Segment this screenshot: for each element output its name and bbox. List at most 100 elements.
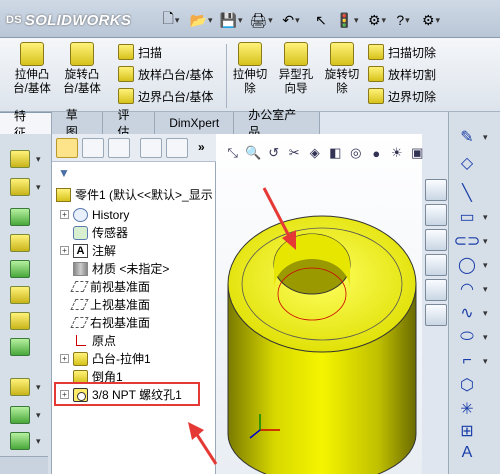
rectangle-icon[interactable]: ▭ [455, 206, 479, 228]
new-document-icon[interactable]: 🗋 [160, 10, 182, 30]
loft-boss-button[interactable]: 放样凸台/基体 [118, 64, 213, 84]
dome-icon[interactable] [10, 312, 30, 330]
rib-icon[interactable] [10, 208, 30, 226]
mirror-icon[interactable] [10, 338, 30, 356]
extrude-boss-button[interactable]: 拉伸凸台/基体 [12, 42, 52, 96]
boundary-cut-button[interactable]: 边界切除 [368, 86, 436, 106]
extrude-cut-button[interactable]: 拉伸切除 [230, 42, 270, 96]
tab-evaluate[interactable]: 评估 [103, 108, 156, 139]
scene-icon[interactable]: ☀ [388, 144, 406, 162]
filter-icon[interactable]: ▼ [58, 166, 70, 180]
arc-icon[interactable]: ◠ [455, 278, 479, 300]
draft-icon[interactable] [10, 234, 30, 252]
help-icon[interactable]: ? [392, 10, 414, 30]
revolve-boss-button[interactable]: 旋转凸台/基体 [62, 42, 102, 96]
property-manager-tab-icon[interactable] [82, 138, 104, 158]
polygon-icon[interactable]: ⬡ [455, 374, 479, 396]
expand-icon[interactable]: + [60, 246, 69, 255]
view-settings-icon[interactable]: ▣ [409, 144, 427, 162]
tree-item-sensors[interactable]: 传感器 [73, 224, 128, 241]
chevron-down-icon[interactable]: ▾ [36, 436, 41, 447]
select-icon[interactable]: ↖ [310, 10, 332, 30]
centerline-icon[interactable]: ⊞ [455, 420, 479, 442]
spline-icon[interactable]: ∿ [455, 302, 479, 324]
zoom-to-fit-icon[interactable]: ⤡ [224, 144, 242, 162]
display-manager-tab-icon[interactable] [166, 138, 188, 158]
smart-dimension-icon[interactable]: ◇ [455, 152, 479, 174]
chevron-down-icon[interactable]: ▾ [483, 284, 488, 295]
undo-icon[interactable]: ↶ [280, 10, 302, 30]
extra-icon[interactable]: ⚙ [420, 10, 442, 30]
text-icon[interactable]: A [455, 442, 479, 464]
shell-icon[interactable] [10, 260, 30, 278]
more-tabs-icon[interactable]: » [198, 140, 205, 154]
chevron-down-icon[interactable]: ▾ [483, 236, 488, 247]
hole-wizard-button[interactable]: 异型孔向导 [276, 42, 316, 96]
chevron-down-icon[interactable]: ▾ [36, 382, 41, 393]
model-view[interactable] [216, 134, 422, 474]
swept-cut-button[interactable]: 扫描切除 [368, 42, 436, 62]
curves-icon[interactable] [10, 432, 30, 450]
fillet-sketch-icon[interactable]: ⌐ [455, 350, 479, 372]
configuration-tab-icon[interactable] [108, 138, 130, 158]
graphics-area[interactable] [216, 134, 422, 474]
wrap-icon[interactable] [10, 286, 30, 304]
appearances-icon[interactable] [425, 304, 447, 326]
expand-icon[interactable]: + [60, 210, 69, 219]
chevron-down-icon[interactable]: ▾ [483, 132, 488, 143]
sweep-button[interactable]: 扫描 [118, 42, 162, 62]
feature-tree-tab-icon[interactable] [56, 138, 78, 158]
linear-pattern-icon[interactable] [10, 378, 30, 396]
sketch-icon[interactable]: ✎ [455, 126, 479, 148]
reference-geometry-icon[interactable] [10, 406, 30, 424]
chevron-down-icon[interactable]: ▾ [483, 308, 488, 319]
options-icon[interactable]: ⚙ [366, 10, 388, 30]
tree-item-right-plane[interactable]: 右视基准面 [70, 314, 150, 331]
solidworks-resources-icon[interactable] [425, 179, 447, 201]
expand-icon[interactable]: + [60, 354, 69, 363]
chevron-down-icon[interactable]: ▾ [483, 260, 488, 271]
tree-item-origin[interactable]: 原点 [73, 332, 116, 349]
circle-icon[interactable]: ◯ [455, 254, 479, 276]
save-icon[interactable]: 💾 [220, 10, 242, 30]
tab-features[interactable]: 特征 [0, 109, 52, 140]
dimxpert-tab-icon[interactable] [140, 138, 162, 158]
line-icon[interactable]: ╲ [455, 182, 479, 204]
section-view-icon[interactable]: ✂ [286, 144, 304, 162]
chevron-down-icon[interactable]: ▾ [36, 154, 41, 165]
zoom-area-icon[interactable]: 🔍 [245, 144, 263, 162]
lofted-cut-button[interactable]: 放样切割 [368, 64, 436, 84]
revolve-cut-button[interactable]: 旋转切除 [322, 42, 362, 96]
view-orientation-icon[interactable]: ◈ [306, 144, 324, 162]
file-explorer-icon[interactable] [425, 229, 447, 251]
previous-view-icon[interactable]: ↺ [265, 144, 283, 162]
hide-show-icon[interactable]: ◎ [347, 144, 365, 162]
display-style-icon[interactable]: ◧ [327, 144, 345, 162]
tree-item-material[interactable]: 材质 <未指定> [73, 260, 169, 277]
tree-item-top-plane[interactable]: 上视基准面 [70, 296, 150, 313]
tree-item-history[interactable]: + History [60, 206, 129, 223]
tab-office-products[interactable]: 办公室产品 [234, 108, 321, 139]
boundary-boss-button[interactable]: 边界凸台/基体 [118, 86, 213, 106]
view-palette-icon[interactable] [425, 279, 447, 301]
open-icon[interactable]: 📂 [190, 10, 212, 30]
tree-item-front-plane[interactable]: 前视基准面 [70, 278, 150, 295]
search-icon[interactable] [425, 254, 447, 276]
fillet-icon[interactable] [10, 150, 30, 168]
print-icon[interactable]: 🖨 [249, 10, 272, 30]
chevron-down-icon[interactable]: ▾ [36, 410, 41, 421]
chevron-down-icon[interactable]: ▾ [483, 356, 488, 367]
tree-root[interactable]: 零件1 (默认<<默认>_显示 [56, 186, 213, 203]
slot-icon[interactable]: ⊂⊃ [454, 230, 481, 252]
tab-dimxpert[interactable]: DimXpert [155, 112, 235, 134]
tree-item-boss-extrude[interactable]: + 凸台-拉伸1 [60, 350, 151, 367]
chevron-down-icon[interactable]: ▾ [483, 212, 488, 223]
chevron-down-icon[interactable]: ▾ [483, 332, 488, 343]
appearance-icon[interactable]: ● [368, 144, 386, 162]
point-icon[interactable]: ✳ [455, 398, 479, 420]
tab-sketch[interactable]: 草图 [52, 108, 104, 139]
chevron-down-icon[interactable]: ▾ [36, 182, 41, 193]
ellipse-icon[interactable]: ⬭ [455, 326, 479, 348]
design-library-icon[interactable] [425, 204, 447, 226]
tree-item-annotations[interactable]: + A 注解 [60, 242, 116, 259]
